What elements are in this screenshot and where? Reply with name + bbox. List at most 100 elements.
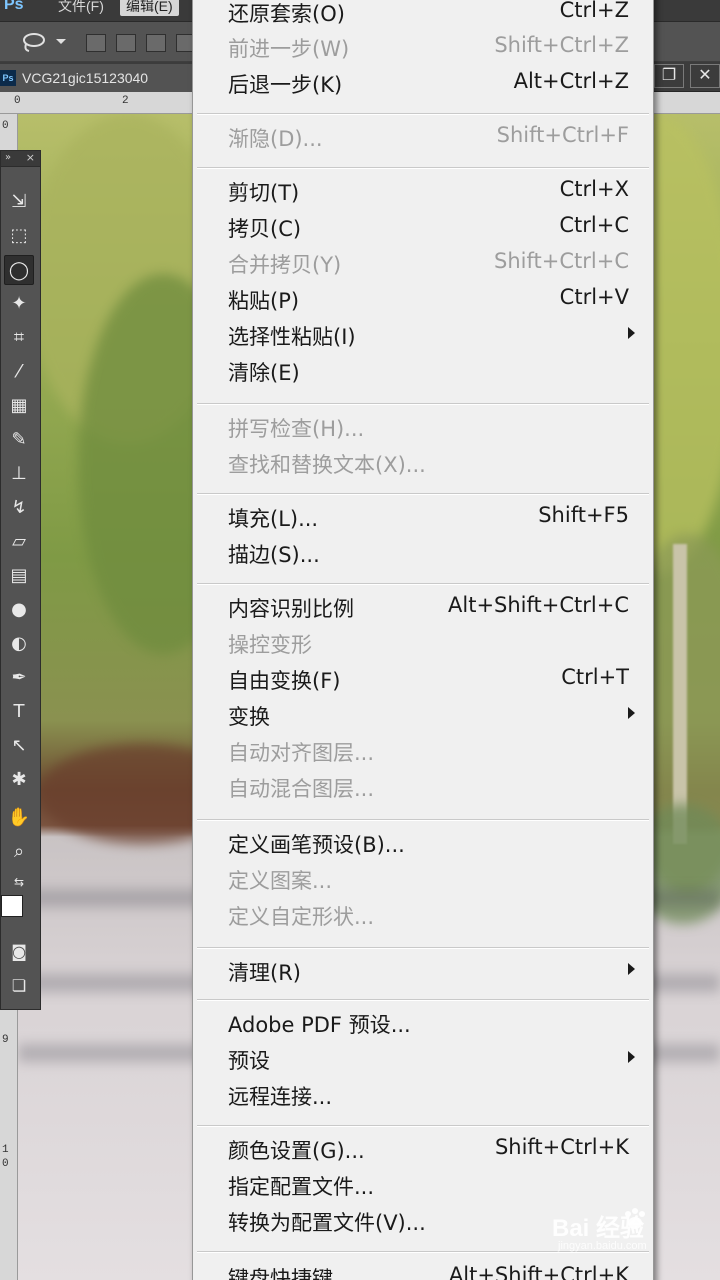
edit-menu-item[interactable]: 合并拷贝(Y) Shift+Ctrl+C xyxy=(193,247,653,283)
edit-menu-item[interactable]: 选择性粘贴(I) xyxy=(193,319,653,355)
photoshop-logo: Ps xyxy=(4,0,24,13)
lasso-preset-icon[interactable] xyxy=(18,30,66,54)
edit-menu-item[interactable]: 操控变形 xyxy=(193,627,653,663)
subtract-selection-icon[interactable] xyxy=(146,34,166,52)
edit-menu-item[interactable]: 定义自定形状... xyxy=(193,899,653,935)
menu-item-label: 操控变形 xyxy=(228,633,312,657)
edit-menu-item[interactable]: 内容识别比例 Alt+Shift+Ctrl+C xyxy=(193,591,653,627)
menu-item-label: 填充(L)... xyxy=(228,507,319,531)
restore-window-button[interactable]: ❐ xyxy=(654,64,684,88)
custom-shape-tool-icon[interactable]: ✱ xyxy=(4,765,34,795)
edit-menu-item[interactable]: 渐隐(D)... Shift+Ctrl+F xyxy=(193,121,653,157)
menu-separator xyxy=(197,819,649,821)
quick-mask-icon[interactable]: ◙ xyxy=(4,937,34,967)
menu-separator xyxy=(197,403,649,405)
submenu-arrow-icon xyxy=(628,327,635,339)
menu-separator xyxy=(197,113,649,115)
submenu-arrow-icon xyxy=(628,707,635,719)
foreground-color-swatch[interactable] xyxy=(1,895,23,917)
edit-menu-item[interactable]: Adobe PDF 预设... xyxy=(193,1007,653,1043)
close-icon[interactable]: × xyxy=(26,151,35,164)
menu-item-label: 自动对齐图层... xyxy=(228,741,375,765)
lasso-tool-icon[interactable]: ◯ xyxy=(4,255,34,285)
path-selection-tool-icon[interactable]: ↖ xyxy=(4,731,34,761)
menu-separator xyxy=(197,999,649,1001)
menu-item-label: 自由变换(F) xyxy=(228,669,341,693)
edit-menu-item[interactable]: 定义图案... xyxy=(193,863,653,899)
ruler-mark: 0 xyxy=(2,1158,9,1170)
edit-menu-item[interactable]: 描边(S)... xyxy=(193,537,653,573)
eyedropper-tool-icon[interactable]: ⁄ xyxy=(4,357,34,387)
ruler-mark: 0 xyxy=(2,120,9,132)
menu-item-label: 前进一步(W) xyxy=(228,37,350,61)
edit-menu-item[interactable]: 拼写检查(H)... xyxy=(193,411,653,447)
menu-item-shortcut: Shift+F5 xyxy=(538,503,629,527)
edit-menu-item[interactable]: 颜色设置(G)... Shift+Ctrl+K xyxy=(193,1133,653,1169)
menu-item-label: 定义自定形状... xyxy=(228,905,375,929)
menu-file[interactable]: 文件(F) xyxy=(52,0,110,16)
magic-wand-tool-icon[interactable]: ✦ xyxy=(4,289,34,319)
clone-stamp-tool-icon[interactable]: ⊥ xyxy=(4,459,34,489)
menu-item-label: 拷贝(C) xyxy=(228,217,302,241)
move-tool-icon[interactable]: ⇲ xyxy=(4,187,34,217)
submenu-arrow-icon xyxy=(628,1051,635,1063)
pen-tool-icon[interactable]: ✒ xyxy=(4,663,34,693)
menu-item-label: 选择性粘贴(I) xyxy=(228,325,356,349)
menu-separator xyxy=(197,1125,649,1127)
blur-tool-icon[interactable]: ● xyxy=(4,595,34,625)
edit-menu-item[interactable]: 定义画笔预设(B)... xyxy=(193,827,653,863)
edit-menu-item[interactable]: 清理(R) xyxy=(193,955,653,991)
add-selection-icon[interactable] xyxy=(116,34,136,52)
menu-item-label: 清除(E) xyxy=(228,361,300,385)
tools-panel-header[interactable]: » × xyxy=(1,151,40,167)
menu-item-label: 远程连接... xyxy=(228,1085,333,1109)
history-brush-tool-icon[interactable]: ↯ xyxy=(4,493,34,523)
edit-menu-item[interactable]: 预设 xyxy=(193,1043,653,1079)
dodge-tool-icon[interactable]: ◐ xyxy=(4,629,34,659)
edit-menu-item[interactable]: 远程连接... xyxy=(193,1079,653,1115)
edit-menu-item[interactable]: 自动混合图层... xyxy=(193,771,653,807)
type-tool-icon[interactable]: T xyxy=(4,697,34,727)
edit-menu-item[interactable]: 自由变换(F) Ctrl+T xyxy=(193,663,653,699)
menu-item-shortcut: Ctrl+C xyxy=(559,213,629,237)
healing-brush-tool-icon[interactable]: ▦ xyxy=(4,391,34,421)
edit-menu-item[interactable]: 后退一步(K) Alt+Ctrl+Z xyxy=(193,67,653,103)
brush-tool-icon[interactable]: ✎ xyxy=(4,425,34,455)
new-selection-icon[interactable] xyxy=(86,34,106,52)
edit-menu-item[interactable]: 剪切(T) Ctrl+X xyxy=(193,175,653,211)
menu-item-label: 后退一步(K) xyxy=(228,73,343,97)
menu-item-label: 拼写检查(H)... xyxy=(228,417,365,441)
edit-menu-item[interactable]: 粘贴(P) Ctrl+V xyxy=(193,283,653,319)
crop-tool-icon[interactable]: ⌗ xyxy=(4,323,34,353)
edit-menu-item[interactable]: 清除(E) xyxy=(193,355,653,391)
menu-item-label: 预设 xyxy=(228,1049,270,1073)
hand-tool-icon[interactable]: ✋ xyxy=(4,803,34,833)
menu-item-label: 变换 xyxy=(228,705,270,729)
eraser-tool-icon[interactable]: ▱ xyxy=(4,527,34,557)
edit-menu-dropdown: 还原套索(O) Ctrl+Z 前进一步(W) Shift+Ctrl+Z 后退一步(K) A… xyxy=(192,0,654,1280)
edit-menu-item[interactable]: 自动对齐图层... xyxy=(193,735,653,771)
menu-item-shortcut: Alt+Ctrl+Z xyxy=(513,69,629,93)
edit-menu-item[interactable]: 填充(L)... Shift+F5 xyxy=(193,501,653,537)
screen-mode-icon[interactable]: ❏ xyxy=(4,971,34,1001)
menu-item-label: 内容识别比例 xyxy=(228,597,354,621)
document-tab[interactable]: Ps VCG21gic15123040 xyxy=(0,64,200,92)
edit-menu-item[interactable]: 拷贝(C) Ctrl+C xyxy=(193,211,653,247)
menu-item-label: 指定配置文件... xyxy=(228,1175,375,1199)
marquee-tool-icon[interactable]: ⬚ xyxy=(4,221,34,251)
gradient-tool-icon[interactable]: ▤ xyxy=(4,561,34,591)
edit-menu-item[interactable]: 查找和替换文本(X)... xyxy=(193,447,653,483)
swap-colors-icon[interactable]: ⇆ xyxy=(4,867,34,897)
edit-menu-item[interactable]: 前进一步(W) Shift+Ctrl+Z xyxy=(193,31,653,67)
edit-menu-item[interactable]: 还原套索(O) Ctrl+Z xyxy=(193,0,653,32)
menu-item-shortcut: Shift+Ctrl+C xyxy=(494,249,629,273)
paw-icon xyxy=(625,1208,645,1229)
menu-item-shortcut: Shift+Ctrl+Z xyxy=(494,33,629,57)
edit-menu-item[interactable]: 变换 xyxy=(193,699,653,735)
close-window-button[interactable]: ✕ xyxy=(690,64,720,88)
menu-edit[interactable]: 编辑(E) xyxy=(120,0,179,16)
zoom-tool-icon[interactable]: ⌕ xyxy=(4,837,34,867)
ps-document-icon: Ps xyxy=(0,70,16,86)
edit-menu-item[interactable]: 键盘快捷键... Alt+Shift+Ctrl+K xyxy=(193,1261,653,1280)
collapse-icon[interactable]: » xyxy=(5,152,11,163)
